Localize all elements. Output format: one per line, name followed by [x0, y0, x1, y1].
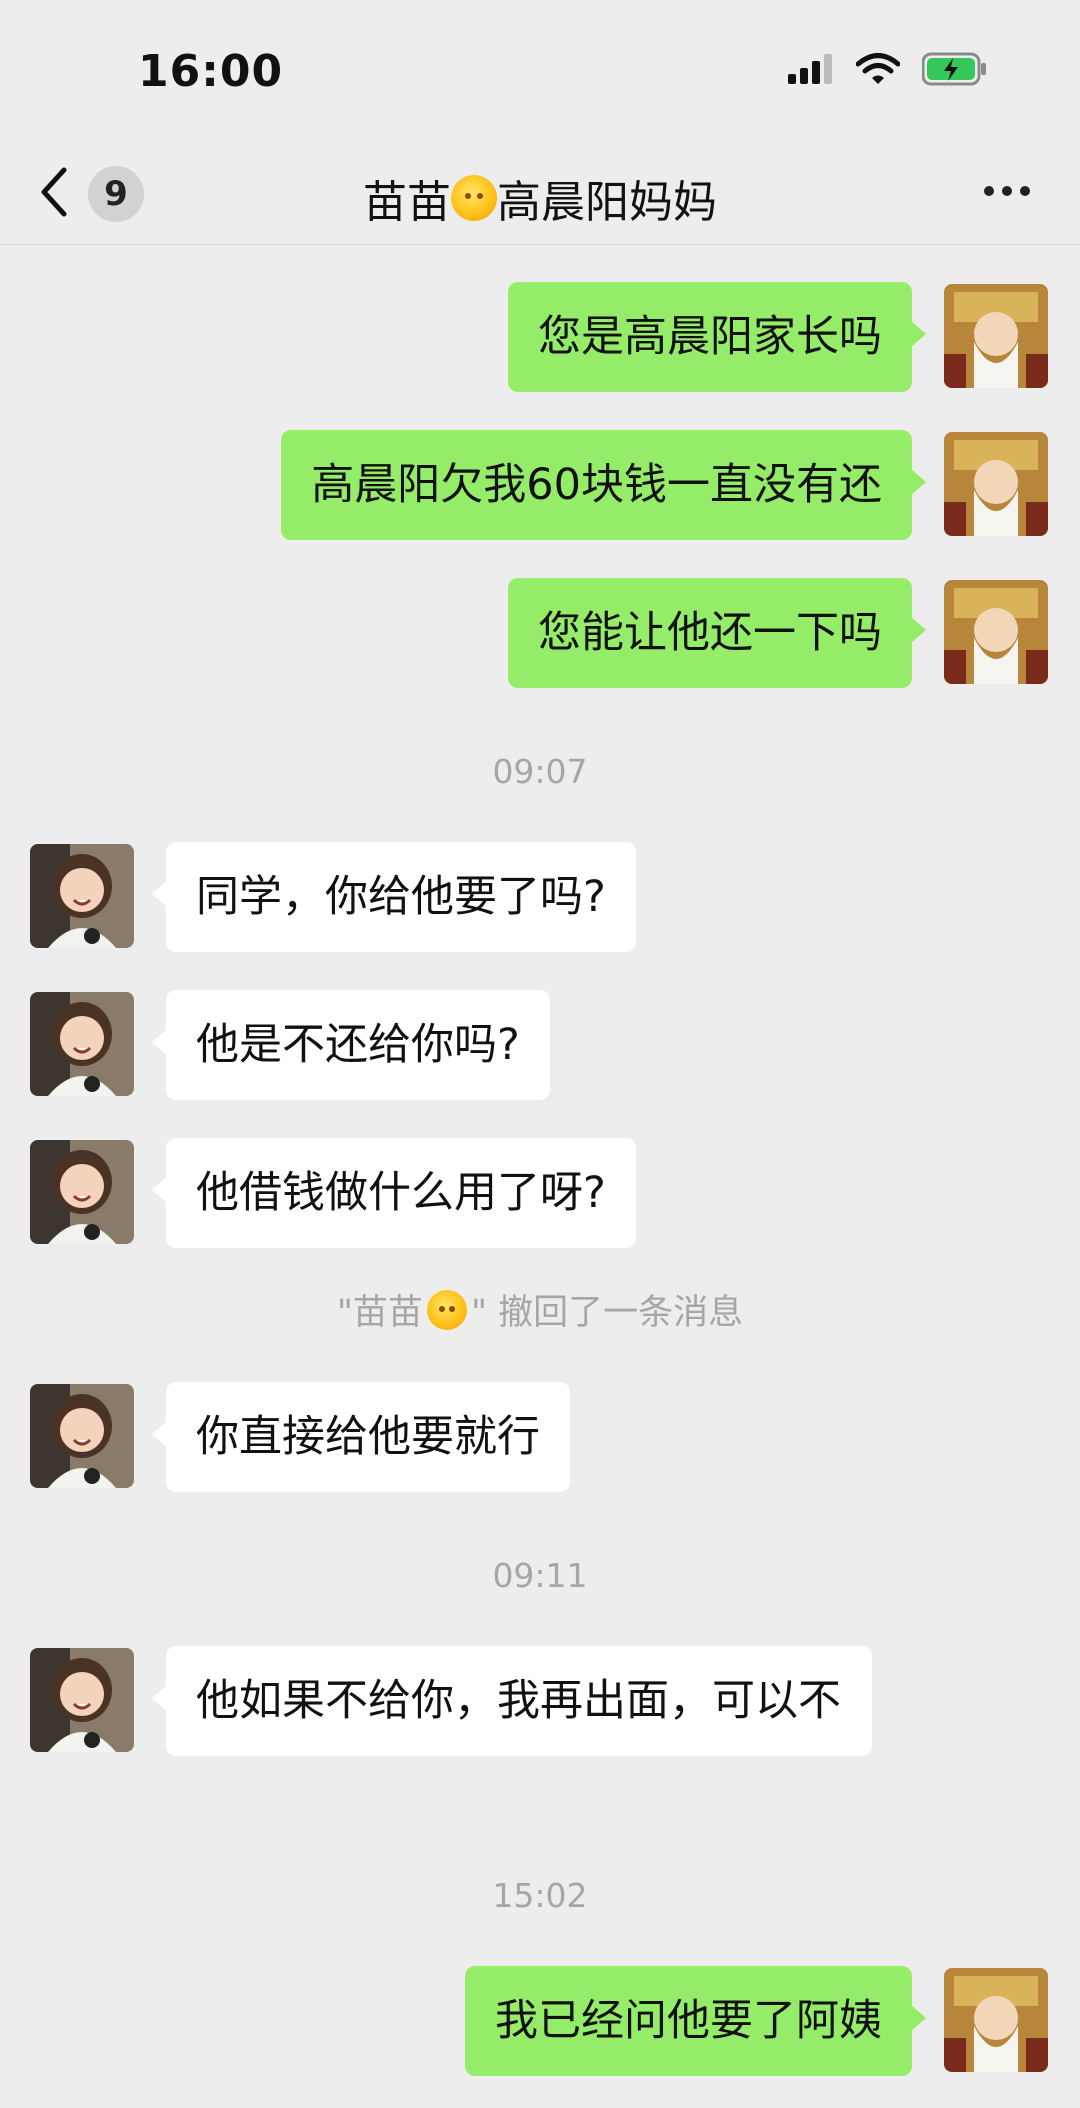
more-dots-icon [984, 186, 994, 196]
sun-face-icon [451, 175, 497, 221]
sent-message-bubble[interactable]: 您是高晨阳家长吗 [508, 282, 926, 392]
message-row: 您是高晨阳家长吗 [0, 282, 1080, 392]
message-row: 我已经问他要了阿姨 [0, 1966, 1080, 2076]
status-icons [788, 52, 988, 90]
received-message-bubble[interactable]: 你直接给他要就行 [152, 1382, 570, 1492]
more-options-button[interactable] [984, 186, 1030, 196]
message-timestamp: 09:11 [492, 1556, 588, 1595]
recall-notice-prefix: "苗苗 [336, 1293, 423, 1333]
received-message-bubble[interactable]: 他借钱做什么用了呀? [152, 1138, 636, 1248]
message-timestamp: 15:02 [492, 1876, 588, 1915]
contact-avatar[interactable] [30, 844, 134, 948]
message-row: 他借钱做什么用了呀? [0, 1138, 1080, 1248]
chat-title-name: 苗苗 [363, 177, 451, 228]
sent-message-bubble[interactable]: 您能让他还一下吗 [508, 578, 926, 688]
message-row: 你直接给他要就行 [0, 1382, 1080, 1492]
contact-avatar[interactable] [30, 1648, 134, 1752]
sun-face-icon [426, 1289, 467, 1330]
message-row: 同学，你给他要了吗? [0, 842, 1080, 952]
received-message-bubble[interactable]: 他是不还给你吗? [152, 990, 550, 1100]
message-row: 您能让他还一下吗 [0, 578, 1080, 688]
recall-notice-suffix: " 撤回了一条消息 [470, 1293, 744, 1333]
contact-avatar[interactable] [30, 992, 134, 1096]
received-message-bubble[interactable]: 他如果不给你，我再出面，可以不 [152, 1646, 872, 1756]
message-row: 他是不还给你吗? [0, 990, 1080, 1100]
contact-avatar[interactable] [30, 1140, 134, 1244]
sent-message-bubble[interactable]: 我已经问他要了阿姨 [465, 1966, 926, 2076]
message-row: 他如果不给你，我再出面，可以不 [0, 1646, 1080, 1806]
message-timestamp: 09:07 [492, 752, 588, 791]
signal-icon [788, 54, 834, 88]
wifi-icon [855, 53, 901, 89]
recall-notice: "苗苗 " 撤回了一条消息 [0, 1284, 1080, 1335]
chat-title-suffix: 高晨阳妈妈 [497, 177, 717, 228]
chat-header: 9 苗苗 高晨阳妈妈 [0, 140, 1080, 245]
chat-title: 苗苗 高晨阳妈妈 [0, 166, 1080, 230]
my-avatar[interactable] [944, 1968, 1048, 2072]
my-avatar[interactable] [944, 432, 1048, 536]
sent-message-bubble[interactable]: 高晨阳欠我60块钱一直没有还 [281, 430, 926, 540]
message-row: 高晨阳欠我60块钱一直没有还 [0, 430, 1080, 540]
contact-avatar[interactable] [30, 1384, 134, 1488]
battery-icon [921, 52, 988, 90]
status-bar: 16:00 [0, 0, 1080, 140]
status-time: 16:00 [138, 46, 284, 97]
received-message-bubble[interactable]: 同学，你给他要了吗? [152, 842, 636, 952]
my-avatar[interactable] [944, 284, 1048, 388]
my-avatar[interactable] [944, 580, 1048, 684]
